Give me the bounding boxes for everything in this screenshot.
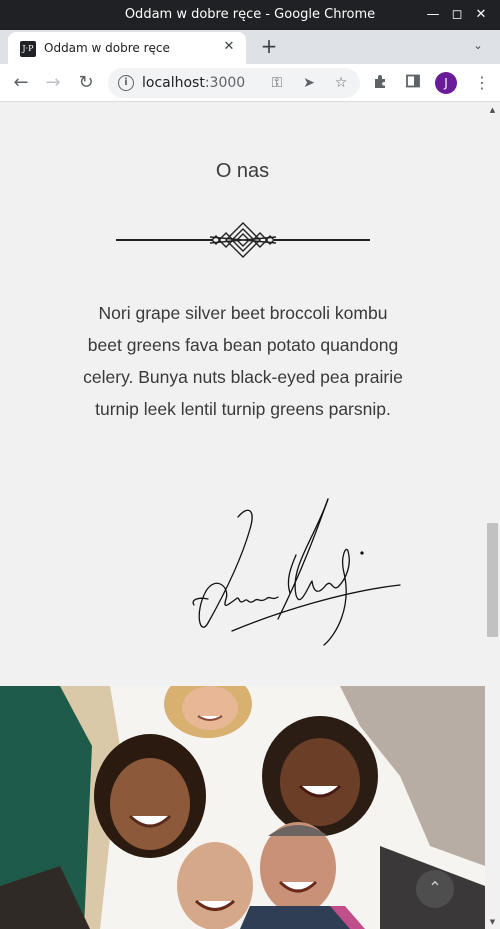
page-content: O nas Nori grape silver beet broccoli ko…	[0, 103, 485, 929]
window-title-bar: Oddam w dobre ręce - Google Chrome — ◻ ✕	[0, 0, 500, 30]
reload-icon[interactable]: ↻	[75, 72, 97, 94]
close-icon[interactable]: ✕	[472, 6, 490, 24]
ornament-divider	[116, 222, 370, 258]
star-icon[interactable]: ☆	[332, 74, 350, 92]
url-port: :3000	[204, 75, 246, 91]
profile-avatar[interactable]: J	[435, 72, 457, 94]
address-bar[interactable]: i localhost:3000 ⚿ ➤ ☆	[108, 68, 360, 98]
team-photo	[0, 686, 485, 929]
site-info-icon[interactable]: i	[118, 75, 134, 91]
section-heading: O nas	[215, 160, 270, 182]
scroll-up-icon[interactable]: ▲	[485, 103, 500, 117]
scroll-down-icon[interactable]: ▼	[485, 915, 500, 929]
more-menu-icon[interactable]: ⋮	[474, 73, 490, 93]
chevron-down-icon[interactable]: ⌄	[470, 38, 486, 54]
tab-active[interactable]: J·P Oddam w dobre ręce ✕	[8, 32, 246, 64]
about-paragraph: Nori grape silver beet broccoli kombu be…	[83, 303, 403, 419]
minimize-icon[interactable]: —	[424, 6, 442, 24]
scroll-to-top-button[interactable]: ⌃	[416, 870, 454, 908]
extensions-icon[interactable]	[371, 73, 391, 93]
new-tab-icon[interactable]: +	[258, 35, 280, 57]
signature-image	[192, 498, 401, 646]
page-scrollbar[interactable]: ▲ ▼	[485, 103, 500, 929]
send-icon[interactable]: ➤	[300, 74, 318, 92]
tab-close-icon[interactable]: ✕	[220, 38, 238, 56]
tab-title: Oddam w dobre ręce	[44, 41, 170, 55]
url-host: localhost	[142, 75, 205, 91]
back-icon[interactable]: ←	[10, 72, 32, 94]
scrollbar-thumb[interactable]	[487, 523, 498, 637]
tab-strip: J·P Oddam w dobre ręce ✕ + ⌄	[0, 30, 500, 64]
key-icon[interactable]: ⚿	[268, 74, 286, 92]
browser-toolbar: ← → ↻ i localhost:3000 ⚿ ➤ ☆ J ⋮	[0, 64, 500, 102]
side-panel-icon[interactable]	[403, 73, 423, 93]
maximize-icon[interactable]: ◻	[448, 6, 466, 24]
url-text[interactable]: localhost:3000	[142, 75, 245, 91]
site-favicon: J·P	[20, 41, 36, 57]
forward-icon[interactable]: →	[42, 72, 64, 94]
